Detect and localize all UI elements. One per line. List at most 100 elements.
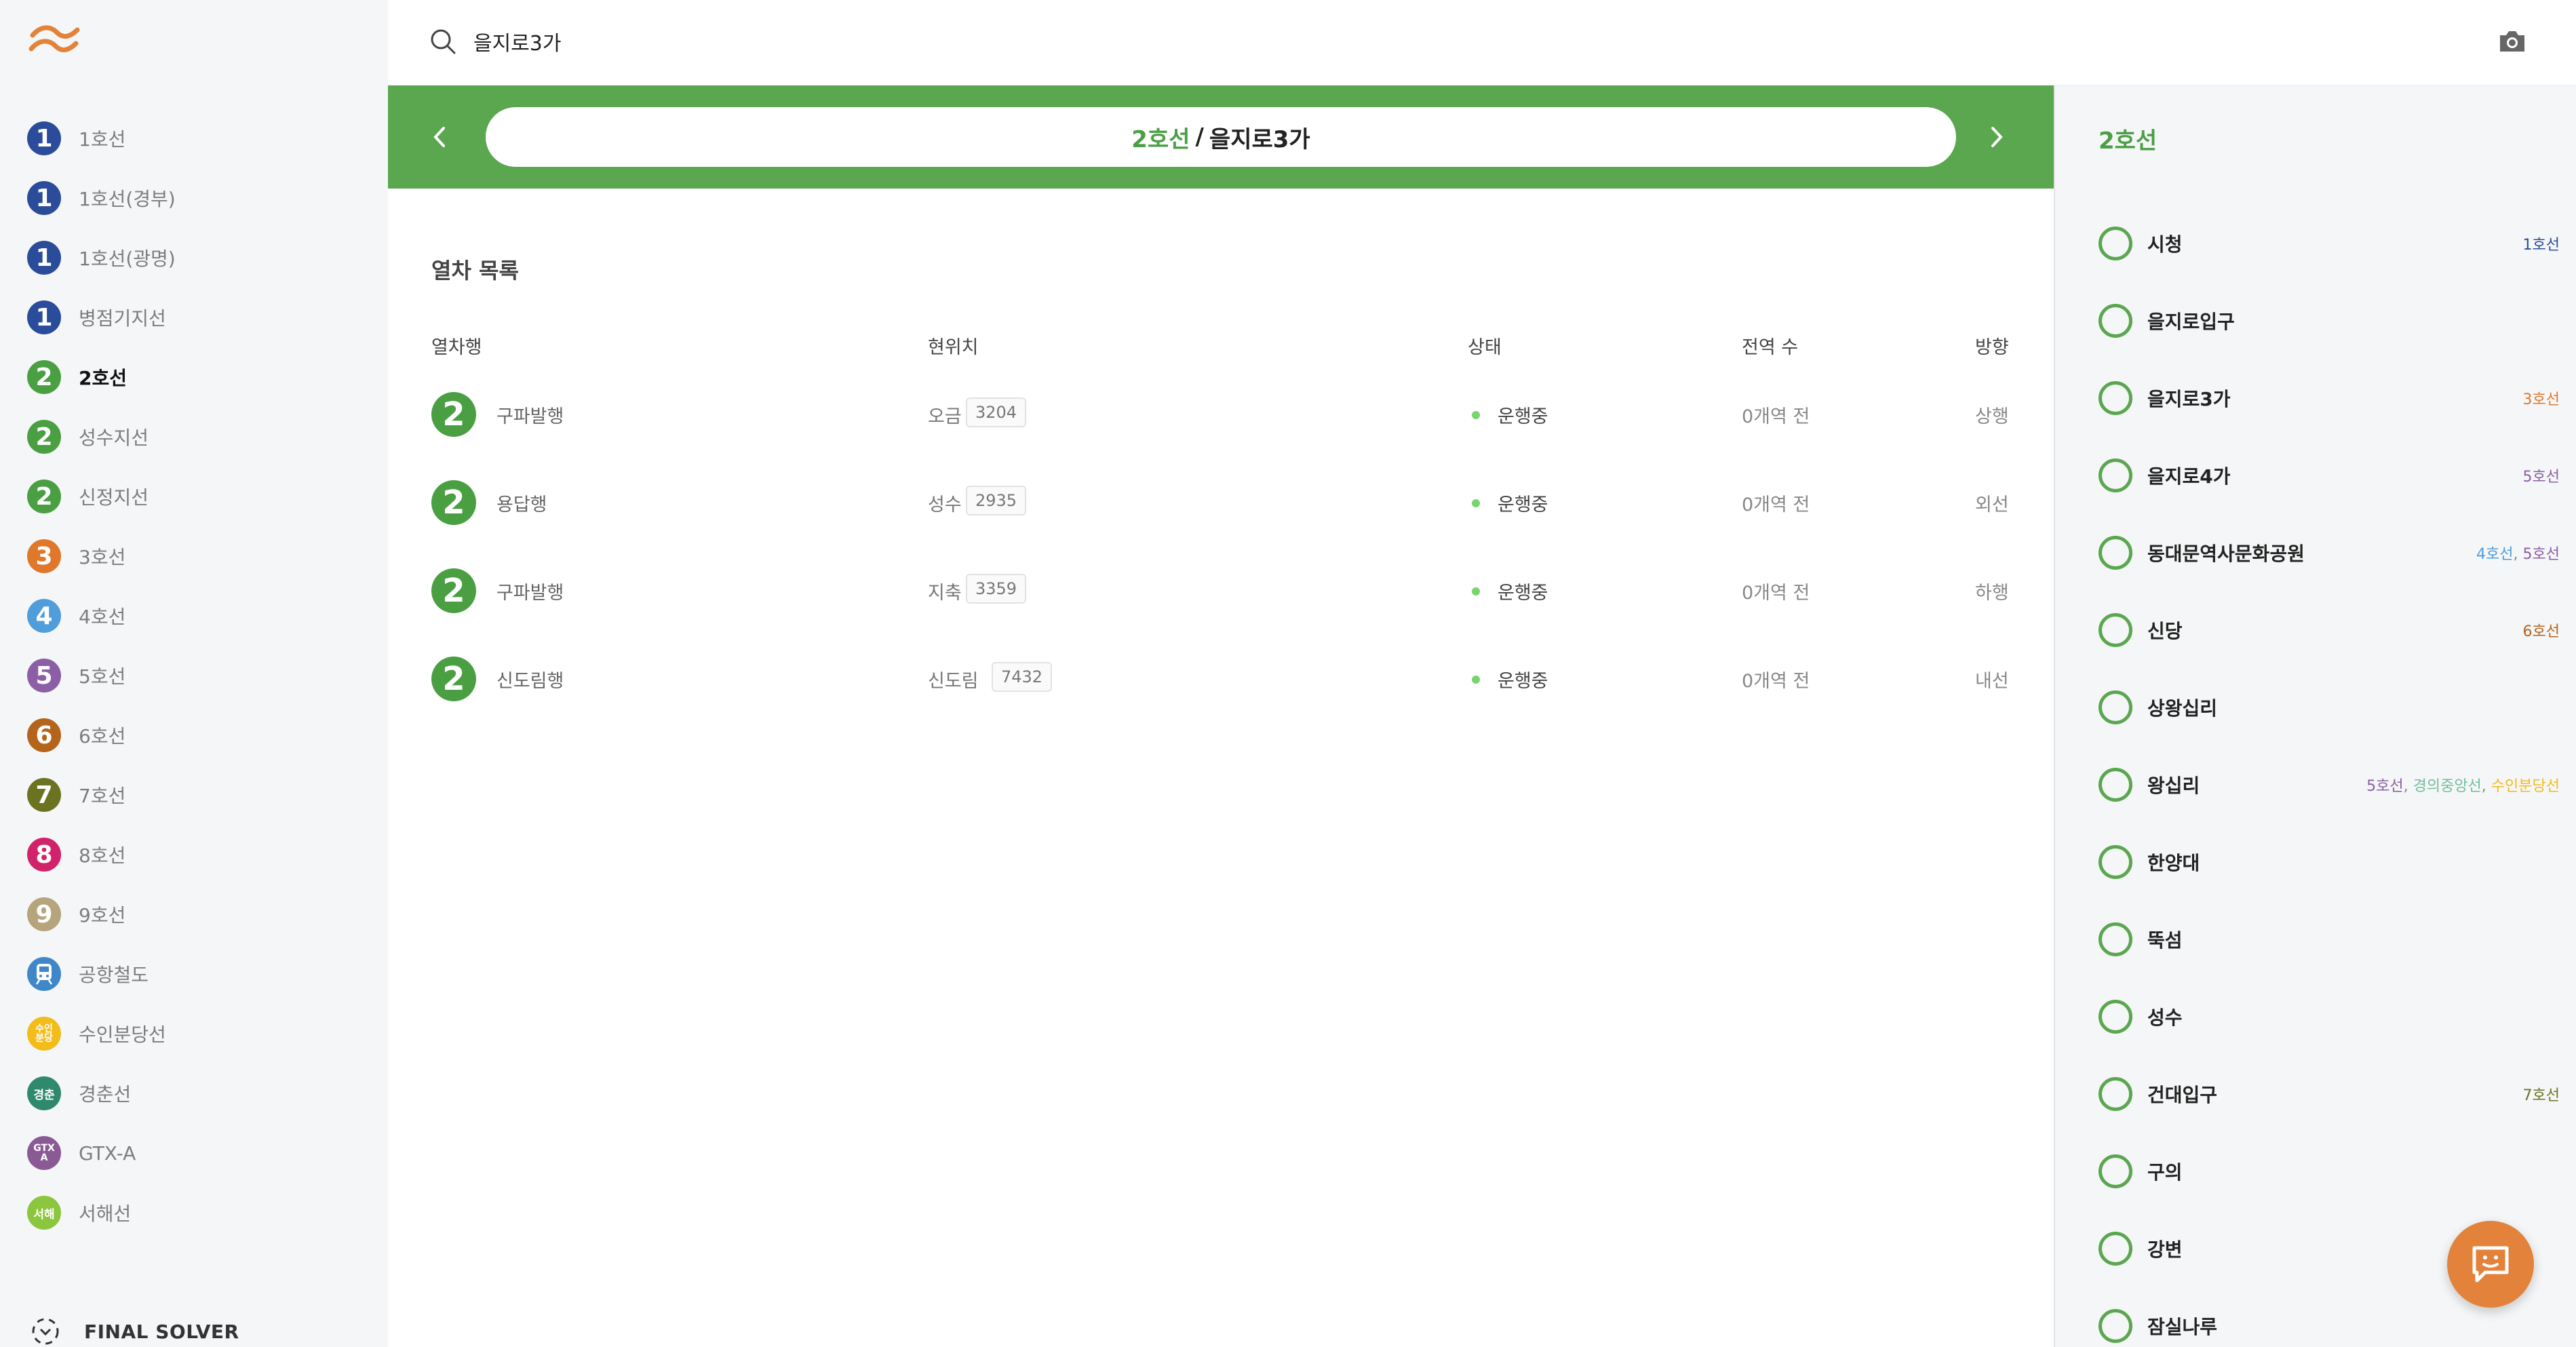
- line-badge: 8: [27, 838, 61, 872]
- train-prev-count: 0개역 전: [1742, 671, 1810, 692]
- station-item[interactable]: 을지로입구: [2099, 282, 2560, 359]
- logo-icon[interactable]: [27, 20, 81, 61]
- train-row[interactable]: 2 구파발행 오금 3204 운행중 0개역 전 상행: [388, 372, 2054, 460]
- transfer-line[interactable]: 7호선: [2523, 1087, 2560, 1104]
- chevron-right-icon: [1991, 127, 2003, 147]
- sidebar-line-item[interactable]: 4 4호선: [27, 586, 380, 646]
- sidebar-line-label: 1호선(경부): [79, 188, 176, 210]
- station-name: 시청: [2147, 233, 2183, 256]
- station-name: 한양대: [2147, 852, 2200, 874]
- sidebar-line-item[interactable]: 1 1호선(광명): [27, 228, 380, 288]
- station-item[interactable]: 을지로4가 5호선: [2099, 437, 2560, 514]
- train-destination: 신도림행: [496, 671, 564, 692]
- prev-station-button[interactable]: [421, 118, 458, 156]
- line-badge: 9: [27, 897, 61, 931]
- station-item[interactable]: 동대문역사문화공원 4호선, 5호선: [2099, 514, 2560, 591]
- station-item[interactable]: 뚝섬: [2099, 901, 2560, 978]
- train-destination: 구파발행: [496, 583, 564, 604]
- station-item[interactable]: 구의: [2099, 1133, 2560, 1210]
- sidebar: 1 1호선 1 1호선(경부) 1 1호선(광명) 1 병점기지선 2 2호선 2 성수지선 2 신정지선…: [0, 0, 388, 1347]
- station-list: 시청 1호선 을지로입구 을지로3가 3호선 을지로4가 5호선 동대문역사문화공원 4호선, …: [2099, 205, 2560, 1347]
- transfer-line[interactable]: 4호선: [2476, 546, 2513, 563]
- sidebar-line-item[interactable]: 1 병점기지선: [27, 288, 380, 347]
- station-circle-icon: [2099, 381, 2132, 415]
- sidebar-line-item[interactable]: 공항철도: [27, 944, 380, 1004]
- station-circle-icon: [2099, 613, 2132, 647]
- train-direction: 내선: [1975, 671, 2009, 692]
- transfer-line[interactable]: 경의중앙선: [2413, 778, 2482, 795]
- line-list: 1 1호선 1 1호선(경부) 1 1호선(광명) 1 병점기지선 2 2호선 2 성수지선 2 신정지선…: [27, 109, 380, 1243]
- station-circle-icon: [2099, 458, 2132, 492]
- search-input[interactable]: [473, 23, 2305, 60]
- station-circle-icon: [2099, 1232, 2132, 1266]
- station-name: 을지로3가: [2147, 388, 2231, 410]
- station-circle-icon: [2099, 304, 2132, 338]
- chat-button[interactable]: [2447, 1221, 2534, 1308]
- station-name: 을지로4가: [2147, 465, 2231, 488]
- train-row[interactable]: 2 구파발행 지축 3359 운행중 0개역 전 하행: [388, 548, 2054, 636]
- camera-icon[interactable]: [2497, 27, 2527, 54]
- station-name: 왕십리: [2147, 775, 2200, 797]
- station-item[interactable]: 상왕십리: [2099, 669, 2560, 746]
- sidebar-line-item[interactable]: 서해 서해선: [27, 1183, 380, 1243]
- status-dot-icon: [1472, 587, 1480, 596]
- station-transfers: 3호선: [2523, 387, 2560, 409]
- sidebar-line-item[interactable]: GTX A GTX-A: [27, 1123, 380, 1183]
- sidebar-line-label: 9호선: [79, 904, 126, 926]
- sidebar-line-item[interactable]: 2 성수지선: [27, 407, 380, 467]
- sidebar-line-item[interactable]: 경춘 경춘선: [27, 1063, 380, 1123]
- station-item[interactable]: 신당 6호선: [2099, 591, 2560, 669]
- search-icon[interactable]: [429, 27, 457, 56]
- chevron-left-icon: [433, 127, 445, 147]
- sidebar-line-item[interactable]: 2 신정지선: [27, 467, 380, 526]
- sidebar-line-item[interactable]: 9 9호선: [27, 884, 380, 944]
- train-row[interactable]: 2 신도림행 신도림 7432 운행중 0개역 전 내선: [388, 636, 2054, 724]
- train-status-label: 운행중: [1498, 583, 1548, 604]
- station-name: 성수: [2147, 1007, 2183, 1029]
- transfer-line[interactable]: 5호선: [2523, 546, 2560, 563]
- transfer-line[interactable]: 5호선: [2366, 778, 2403, 795]
- station-transfers: 7호선: [2523, 1083, 2560, 1105]
- sidebar-line-item[interactable]: 7 7호선: [27, 765, 380, 825]
- station-name: 신당: [2147, 620, 2183, 642]
- train-prev-count: 0개역 전: [1742, 583, 1810, 604]
- station-item[interactable]: 건대입구 7호선: [2099, 1055, 2560, 1133]
- line-badge: 2: [27, 360, 61, 394]
- sidebar-line-item[interactable]: 8 8호선: [27, 825, 380, 884]
- sidebar-line-label: 3호선: [79, 546, 126, 568]
- station-item[interactable]: 시청 1호선: [2099, 205, 2560, 282]
- transfer-line[interactable]: 수인분당선: [2491, 778, 2560, 795]
- sidebar-line-item[interactable]: 1 1호선: [27, 109, 380, 168]
- station-circle-icon: [2099, 690, 2132, 724]
- sidebar-line-label: 2호선: [79, 367, 128, 389]
- station-item[interactable]: 왕십리 5호선, 경의중앙선, 수인분당선: [2099, 746, 2560, 823]
- brand-name: FINAL SOLVER: [84, 1320, 239, 1343]
- sidebar-line-item[interactable]: 2 2호선: [27, 347, 380, 407]
- transfer-line[interactable]: 3호선: [2523, 391, 2560, 408]
- station-item[interactable]: 을지로3가 3호선: [2099, 359, 2560, 437]
- sidebar-line-item[interactable]: 3 3호선: [27, 526, 380, 586]
- station-panel: 2호선 시청 1호선 을지로입구 을지로3가 3호선 을지로4가 5호선 동대문역사문화공원 4…: [2054, 85, 2576, 1347]
- line-badge: 4: [27, 599, 61, 633]
- train-row[interactable]: 2 용답행 성수 2935 운행중 0개역 전 외선: [388, 460, 2054, 548]
- sidebar-line-item[interactable]: 수인 분당 수인분당선: [27, 1004, 380, 1063]
- next-station-button[interactable]: [1978, 118, 2016, 156]
- train-car-number: 2935: [966, 486, 1027, 515]
- line-badge: 1: [27, 241, 61, 275]
- station-circle-icon: [2099, 768, 2132, 802]
- sidebar-line-item[interactable]: 6 6호선: [27, 705, 380, 765]
- transfer-line[interactable]: 1호선: [2523, 237, 2560, 254]
- transfer-line[interactable]: 5호선: [2523, 469, 2560, 486]
- train-location: 신도림: [928, 671, 979, 692]
- transfer-line[interactable]: 6호선: [2523, 623, 2560, 640]
- train-list: 열차 목록 열차행 현위치 상태 전역 수 방향 2 구파발행 오금 3204 운행중 0…: [388, 189, 2054, 1347]
- col-head-location: 현위치: [928, 337, 979, 358]
- station-item[interactable]: 성수: [2099, 978, 2560, 1055]
- sidebar-line-label: 수인분당선: [79, 1023, 166, 1046]
- station-name: 건대입구: [2147, 1084, 2218, 1106]
- train-location: 오금: [928, 406, 962, 427]
- station-item[interactable]: 한양대: [2099, 823, 2560, 901]
- sidebar-line-item[interactable]: 1 1호선(경부): [27, 168, 380, 228]
- sidebar-line-item[interactable]: 5 5호선: [27, 646, 380, 705]
- line-badge: 6: [27, 718, 61, 752]
